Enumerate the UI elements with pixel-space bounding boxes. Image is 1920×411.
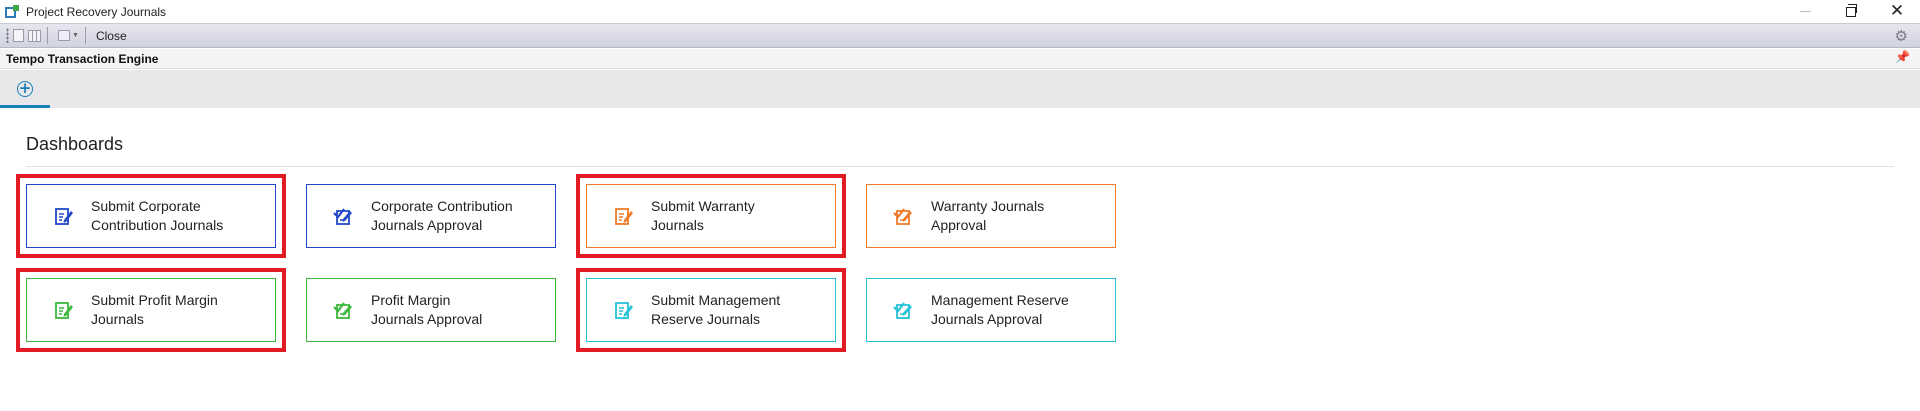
grid-icon [28, 29, 41, 42]
tile-label: Warranty Journals Approval [931, 198, 1045, 233]
tile-corporate-contribution-journals-approval[interactable]: Corporate Contribution Journals Approval [306, 184, 556, 248]
close-icon: ✕ [1889, 1, 1905, 21]
add-tab-button[interactable]: + [0, 70, 50, 108]
active-tab-indicator [0, 105, 50, 108]
page-title: Dashboards [26, 134, 124, 154]
gear-icon[interactable]: ⚙ [1895, 27, 1908, 45]
toolbar: ▼ Close ⚙ [0, 23, 1920, 48]
tile-label: Corporate Contribution Journals Approval [371, 198, 513, 233]
tile-label: Management Reserve Journals Approval [931, 292, 1069, 327]
restore-icon [1846, 3, 1857, 17]
app-icon [4, 4, 20, 20]
toolbar-separator [47, 27, 48, 44]
edit-document-icon [613, 205, 635, 227]
tile-management-reserve-journals-approval[interactable]: Management Reserve Journals Approval [866, 278, 1116, 342]
tile-submit-corporate-contribution-journals[interactable]: Submit Corporate Contribution Journals [26, 184, 276, 248]
new-document-button[interactable] [13, 27, 24, 44]
toolbar-grip[interactable] [6, 28, 9, 43]
tile-label: Submit Corporate Contribution Journals [91, 198, 224, 233]
tile-label: Submit Profit Margin Journals [91, 292, 218, 327]
toolbar-separator [84, 27, 86, 44]
grid-view-button[interactable] [28, 27, 41, 44]
engine-header: Tempo Transaction Engine 📌 [0, 49, 1920, 69]
layout-icon [58, 30, 70, 41]
heading-divider [26, 166, 1894, 167]
plus-circle-icon: + [17, 79, 33, 97]
approval-check-icon [333, 299, 355, 321]
tile-profit-margin-journals-approval[interactable]: Profit Margin Journals Approval [306, 278, 556, 342]
engine-title: Tempo Transaction Engine [6, 51, 159, 66]
pin-icon[interactable]: 📌 [1895, 50, 1910, 64]
edit-document-icon [53, 299, 75, 321]
tile-submit-warranty-journals[interactable]: Submit Warranty Journals [586, 184, 836, 248]
tile-warranty-journals-approval[interactable]: Warranty Journals Approval [866, 184, 1116, 248]
edit-document-icon [53, 205, 75, 227]
document-icon [13, 29, 24, 42]
tile-label: Submit Warranty Journals [651, 198, 755, 233]
window-title: Project Recovery Journals [26, 4, 167, 19]
tab-strip: + [0, 70, 1920, 108]
tile-label: Submit Management Reserve Journals [651, 292, 781, 327]
edit-document-icon [613, 299, 635, 321]
minimize-button[interactable] [1782, 0, 1828, 23]
title-bar: Project Recovery Journals ✕ [0, 0, 1920, 23]
close-window-button[interactable]: ✕ [1874, 0, 1920, 23]
layout-dropdown-button[interactable]: ▼ [58, 27, 79, 44]
tile-submit-profit-margin-journals[interactable]: Submit Profit Margin Journals [26, 278, 276, 342]
close-button[interactable]: Close [92, 29, 131, 43]
approval-check-icon [333, 205, 355, 227]
approval-check-icon [893, 299, 915, 321]
approval-check-icon [893, 205, 915, 227]
tile-label: Profit Margin Journals Approval [371, 292, 483, 327]
restore-button[interactable] [1828, 0, 1874, 23]
tile-submit-management-reserve-journals[interactable]: Submit Management Reserve Journals [586, 278, 836, 342]
chevron-down-icon: ▼ [72, 32, 79, 39]
minimize-icon [1799, 11, 1811, 12]
